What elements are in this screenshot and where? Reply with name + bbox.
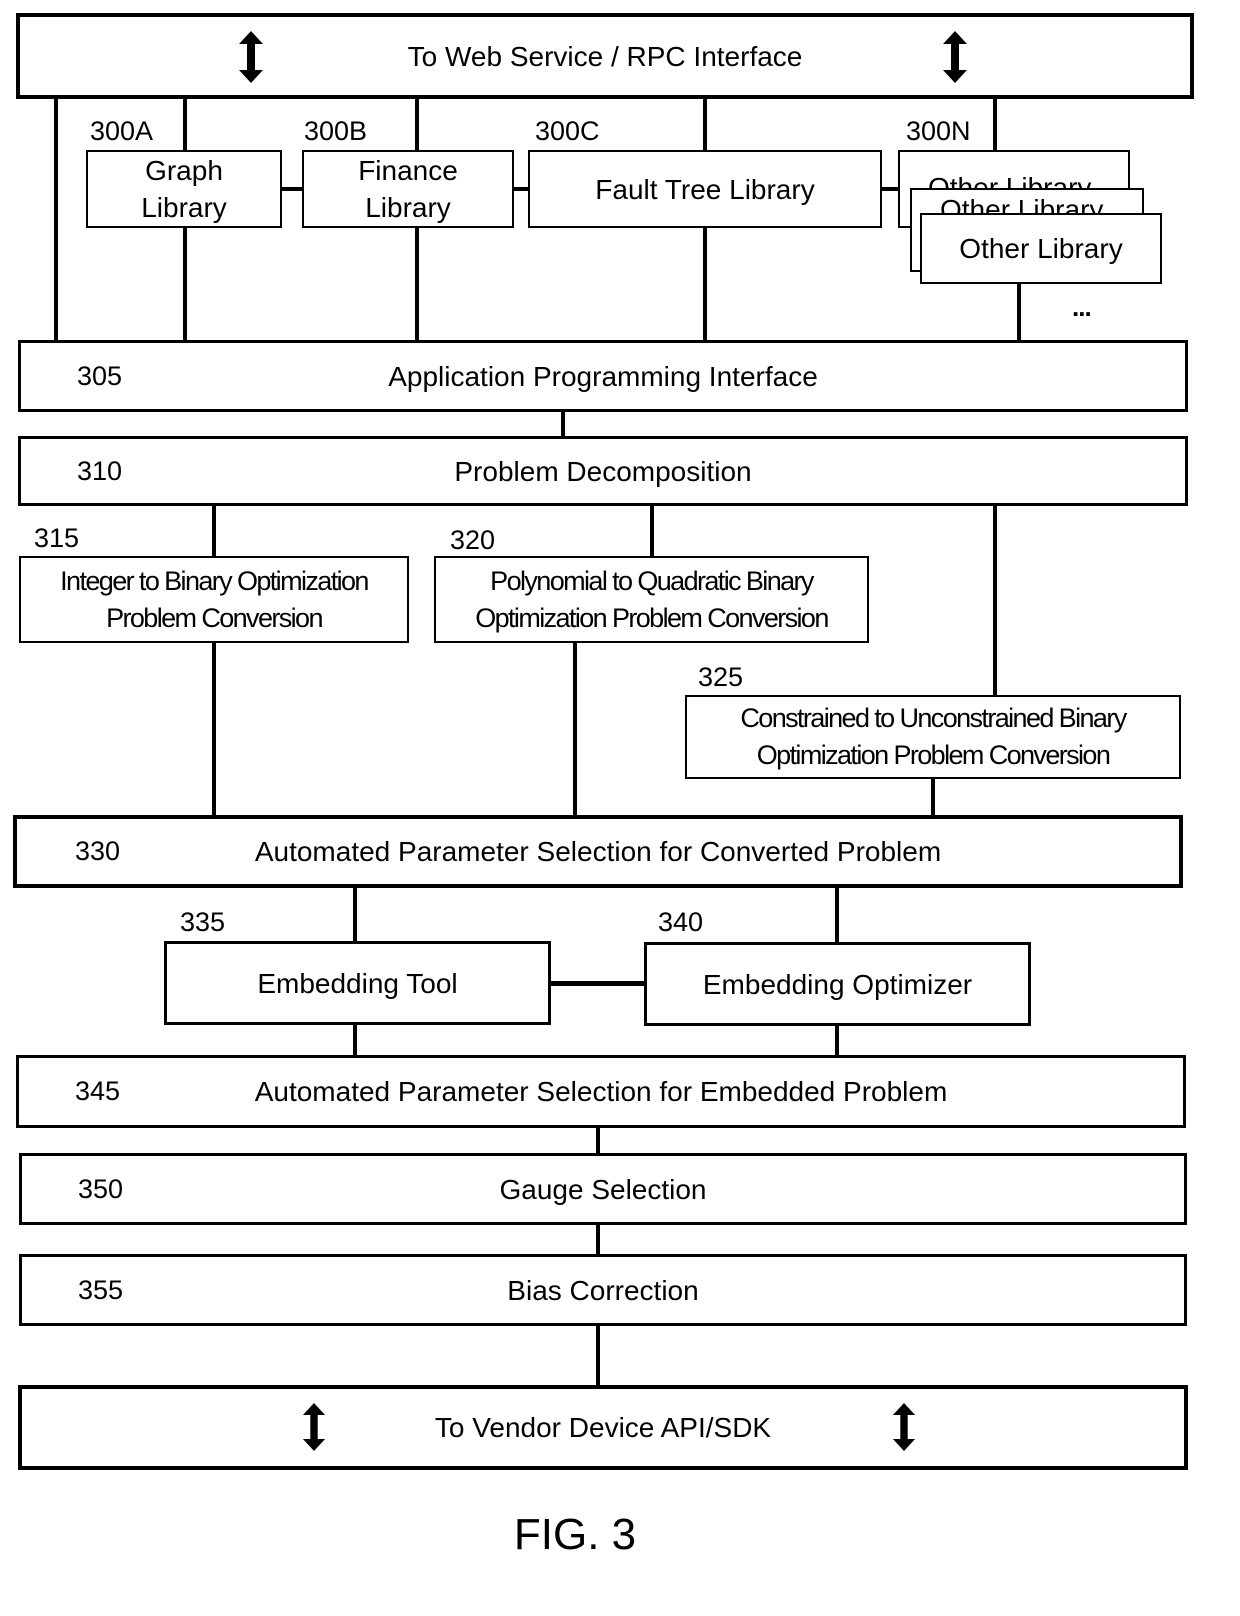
connector-line [561,410,565,438]
param-selection-embedded-layer: 345 Automated Parameter Selection for Em… [16,1055,1186,1128]
bias-correction-label: Bias Correction [507,1274,699,1306]
param-selection-converted-label: Automated Parameter Selection for Conver… [254,836,942,867]
graph-library-label: Graph Library [141,155,227,223]
api-layer: 305 Application Programming Interface [18,340,1188,412]
connector-line [596,1324,600,1390]
connector-line [54,96,58,342]
problem-decomposition-label: Problem Decomposition [454,455,752,487]
ref-label-315: 315 [34,523,80,553]
ref-label-300b: 300B [304,116,368,146]
gauge-selection-layer: 350 Gauge Selection [19,1153,1187,1225]
problem-decomposition-layer: 310 Problem Decomposition [18,436,1188,506]
connector-line [1017,282,1021,342]
vendor-device-api-label: To Vendor Device API/SDK [434,1412,772,1443]
polynomial-to-quadratic-conversion-label: Polynomial to Quadratic Binary Optimizat… [475,565,829,633]
connector-line [415,226,419,342]
connector-line [650,505,654,559]
fault-tree-library-label: Fault Tree Library [595,173,815,205]
fault-tree-library-box: Fault Tree Library [528,150,882,228]
connector-line [596,1126,600,1156]
connector-line [183,226,187,342]
other-library-box-front: Other Library [920,213,1162,284]
connector-line [993,505,997,697]
polynomial-to-quadratic-conversion-box: Polynomial to Quadratic Binary Optimizat… [434,556,869,643]
connector-line [993,96,997,152]
constrained-to-unconstrained-conversion-label: Constrained to Unconstrained Binary Opti… [740,703,1127,770]
ref-label-320: 320 [450,525,496,555]
connector-line [573,641,577,819]
finance-library-label: Finance Library [358,155,458,223]
ref-label-340: 340 [658,907,704,937]
connector-line [212,641,216,819]
param-selection-converted-layer: 330 Automated Parameter Selection for Co… [13,815,1183,888]
graph-library-box: Graph Library [86,150,282,228]
integer-to-binary-conversion-label: Integer to Binary Optimization Problem C… [60,565,369,633]
web-service-rpc-label: To Web Service / RPC Interface [407,40,803,72]
gauge-selection-label: Gauge Selection [499,1173,707,1205]
ref-label-300c: 300C [535,116,600,146]
connector-line [415,96,419,152]
connector-line [880,187,900,191]
connector-line [835,885,839,945]
embedding-tool-label: Embedding Tool [257,967,458,999]
vendor-device-api-interface: To Vendor Device API/SDK [18,1385,1188,1470]
connector-line [183,96,187,152]
param-selection-embedded-label: Automated Parameter Selection for Embedd… [254,1076,948,1107]
ref-label-300n: 300N [906,116,971,146]
bidirectional-arrow-icon [892,1403,916,1451]
ellipsis-more-libraries: ... [1072,292,1092,322]
ref-label-335: 335 [180,907,226,937]
ref-label-300a: 300A [90,116,154,146]
embedding-optimizer-label: Embedding Optimizer [702,968,973,1000]
connector-line [703,96,707,152]
api-layer-label: Application Programming Interface [388,360,818,392]
ref-label-325: 325 [698,662,744,692]
bias-correction-layer: 355 Bias Correction [19,1254,1187,1326]
connector-line [212,505,216,559]
connector-line [353,1022,357,1058]
constrained-to-unconstrained-conversion-box: Constrained to Unconstrained Binary Opti… [685,695,1181,779]
other-library-label-front: Other Library [959,233,1123,264]
bidirectional-arrow-icon [943,31,967,83]
connector-line [353,885,357,945]
connector-line [931,777,935,819]
web-service-rpc-interface: To Web Service / RPC Interface [16,13,1194,99]
connector-line [596,1223,600,1257]
connector-line [548,981,646,986]
embedding-optimizer-box: Embedding Optimizer [644,942,1031,1026]
integer-to-binary-conversion-box: Integer to Binary Optimization Problem C… [19,556,409,643]
connector-line [280,187,304,191]
figure-caption: FIG. 3 [513,1510,637,1559]
connector-line [703,226,707,342]
connector-line [835,1022,839,1058]
finance-library-box: Finance Library [302,150,514,228]
embedding-tool-box: Embedding Tool [164,941,551,1025]
